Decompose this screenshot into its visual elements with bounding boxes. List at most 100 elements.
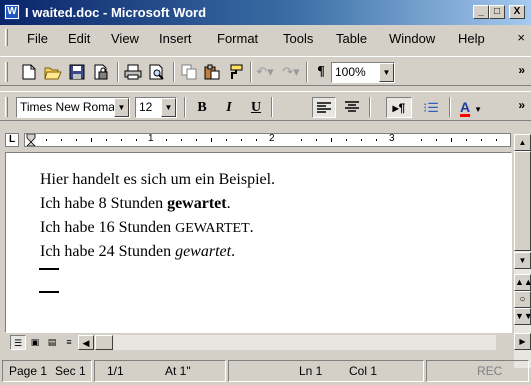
doc-line-4-prefix: Ich habe 24 Stunden <box>40 243 176 260</box>
zoom-dropdown-arrow-icon[interactable]: ▼ <box>379 63 394 82</box>
status-at-text: At 1" <box>165 364 191 378</box>
status-rec[interactable]: REC <box>426 360 529 382</box>
doc-line-4[interactable]: Ich habe 24 Stunden gewartet. <box>40 243 235 261</box>
menu-view[interactable]: View <box>111 31 139 46</box>
open-icon[interactable] <box>44 63 62 81</box>
select-browse-object-icon[interactable]: ○ <box>514 291 531 308</box>
app-icon-letter: W <box>6 6 18 18</box>
ruler-area: L 1 2 3 <box>0 129 515 151</box>
doc-line-2[interactable]: Ich habe 8 Stunden gewartet. <box>40 195 231 213</box>
toolbar-separator <box>250 62 252 82</box>
align-center-icon <box>345 101 359 112</box>
horizontal-ruler[interactable]: 1 2 3 <box>24 133 511 147</box>
print-layout-view-icon[interactable]: ▤ <box>44 335 60 350</box>
scroll-up-icon[interactable]: ▲ <box>514 134 531 151</box>
align-center-button[interactable] <box>340 97 364 118</box>
doc-line-4-suffix: . <box>231 243 236 260</box>
status-page: Page 1 Sec 1 <box>2 360 92 382</box>
new-icon[interactable] <box>20 63 38 81</box>
italic-button[interactable]: I <box>218 97 240 118</box>
web-layout-view-icon[interactable]: ▣ <box>27 335 43 350</box>
hscroll-thumb[interactable] <box>95 335 113 350</box>
menu-table[interactable]: Table <box>336 31 367 46</box>
word-app-icon[interactable]: W <box>4 4 20 20</box>
document-area[interactable]: Hier handelt es sich um ein Beispiel. Ic… <box>5 152 512 333</box>
status-col-text: Col 1 <box>349 364 378 378</box>
toolbar-options-icon[interactable]: » <box>518 98 525 112</box>
font-color-button[interactable]: A ▼ <box>456 97 486 118</box>
tab-selector[interactable]: L <box>5 133 19 147</box>
scroll-thumb[interactable] <box>514 151 531 251</box>
doc-line-3[interactable]: Ich habe 16 Stunden GEWARTET. <box>40 219 254 237</box>
vertical-scrollbar[interactable]: ▲ ▼ ▲▲ ○ ▼▼ ▶ <box>514 134 531 368</box>
paste-icon[interactable] <box>203 63 221 81</box>
status-pages-text: 1/1 <box>107 364 124 378</box>
menu-edit[interactable]: Edit <box>68 31 90 46</box>
ltr-button[interactable]: ▸¶ <box>386 97 412 118</box>
maximize-button[interactable]: □ <box>489 5 505 19</box>
minimize-button[interactable]: _ <box>473 5 489 19</box>
ltr-icon: ▸¶ <box>392 101 406 115</box>
format-painter-icon[interactable] <box>226 63 244 81</box>
copy-icon[interactable] <box>180 63 198 81</box>
show-formatting-icon[interactable]: ¶ <box>312 63 330 81</box>
next-page-icon[interactable]: ▼▼ <box>514 308 531 325</box>
toolbar-separator <box>369 97 371 117</box>
toolbar-grip[interactable] <box>5 97 8 117</box>
font-size-value: 12 <box>139 100 153 114</box>
redo-icon[interactable]: ↷▾ <box>282 63 300 81</box>
bullets-button[interactable]: ⁝☰ <box>419 97 443 118</box>
underline-button[interactable]: U <box>245 97 267 118</box>
toolbar-separator <box>117 62 119 82</box>
menu-file[interactable]: File <box>27 31 48 46</box>
close-button[interactable]: X <box>509 5 525 19</box>
save-icon[interactable] <box>68 63 86 81</box>
hscroll-left-icon[interactable]: ◀ <box>78 335 94 350</box>
size-dropdown-arrow-icon[interactable]: ▼ <box>161 98 176 117</box>
toolbar-options-icon[interactable]: » <box>518 63 525 77</box>
menu-grip[interactable] <box>5 29 8 46</box>
toolbar-separator <box>306 62 308 82</box>
scroll-down-icon[interactable]: ▼ <box>514 252 531 269</box>
font-color-dropdown-icon[interactable]: ▼ <box>474 105 482 114</box>
ruler-number-1: 1 <box>148 133 154 144</box>
menu-insert[interactable]: Insert <box>159 31 192 46</box>
normal-view-icon[interactable]: ☰ <box>10 335 26 350</box>
menu-tools[interactable]: Tools <box>283 31 313 46</box>
ruler-number-3: 3 <box>389 133 395 144</box>
end-of-document-mark <box>39 291 59 293</box>
hscroll-right-icon[interactable]: ▶ <box>514 333 531 350</box>
print-preview-icon[interactable] <box>148 63 166 81</box>
status-bar: Page 1 Sec 1 1/1 At 1" Ln 1 Col 1 REC <box>0 357 531 385</box>
toolbar-separator <box>184 97 186 117</box>
insertion-mark <box>39 268 59 270</box>
align-left-button[interactable] <box>312 97 336 118</box>
status-rec-text: REC <box>477 364 503 378</box>
menu-format[interactable]: Format <box>217 31 258 46</box>
outline-view-icon[interactable]: ≡ <box>61 335 77 350</box>
toolbar-separator <box>271 97 273 117</box>
previous-page-icon[interactable]: ▲▲ <box>514 274 531 291</box>
formatting-toolbar: Times New Roman ▼ 12 ▼ B I U ▸¶ ⁝☰ A ▼ » <box>0 91 531 121</box>
bold-button[interactable]: B <box>191 97 213 118</box>
menu-window[interactable]: Window <box>389 31 435 46</box>
font-size-select[interactable]: 12 ▼ <box>135 97 177 118</box>
doc-line-3-suffix: . <box>249 219 254 236</box>
document-close-button[interactable]: × <box>517 30 525 45</box>
font-name-select[interactable]: Times New Roman ▼ <box>16 97 130 118</box>
status-section-text: Sec 1 <box>55 364 86 378</box>
font-dropdown-arrow-icon[interactable]: ▼ <box>114 98 129 117</box>
horizontal-scroll-track[interactable] <box>113 335 496 350</box>
undo-icon[interactable]: ↶▾ <box>256 63 274 81</box>
title-bar[interactable]: W I waited.doc - Microsoft Word _ □ X <box>0 0 531 25</box>
permission-icon[interactable] <box>92 63 110 81</box>
menu-help[interactable]: Help <box>458 31 485 46</box>
doc-line-1[interactable]: Hier handelt es sich um ein Beispiel. <box>40 171 275 189</box>
status-line-text: Ln 1 <box>299 364 323 378</box>
font-name-value: Times New Roman <box>20 100 122 114</box>
toolbar-grip[interactable] <box>5 62 8 82</box>
doc-line-4-italic: gewartet <box>175 243 232 260</box>
print-icon[interactable] <box>124 63 142 81</box>
zoom-select[interactable]: 100% ▼ <box>331 62 395 83</box>
font-color-letter: A <box>459 99 471 115</box>
